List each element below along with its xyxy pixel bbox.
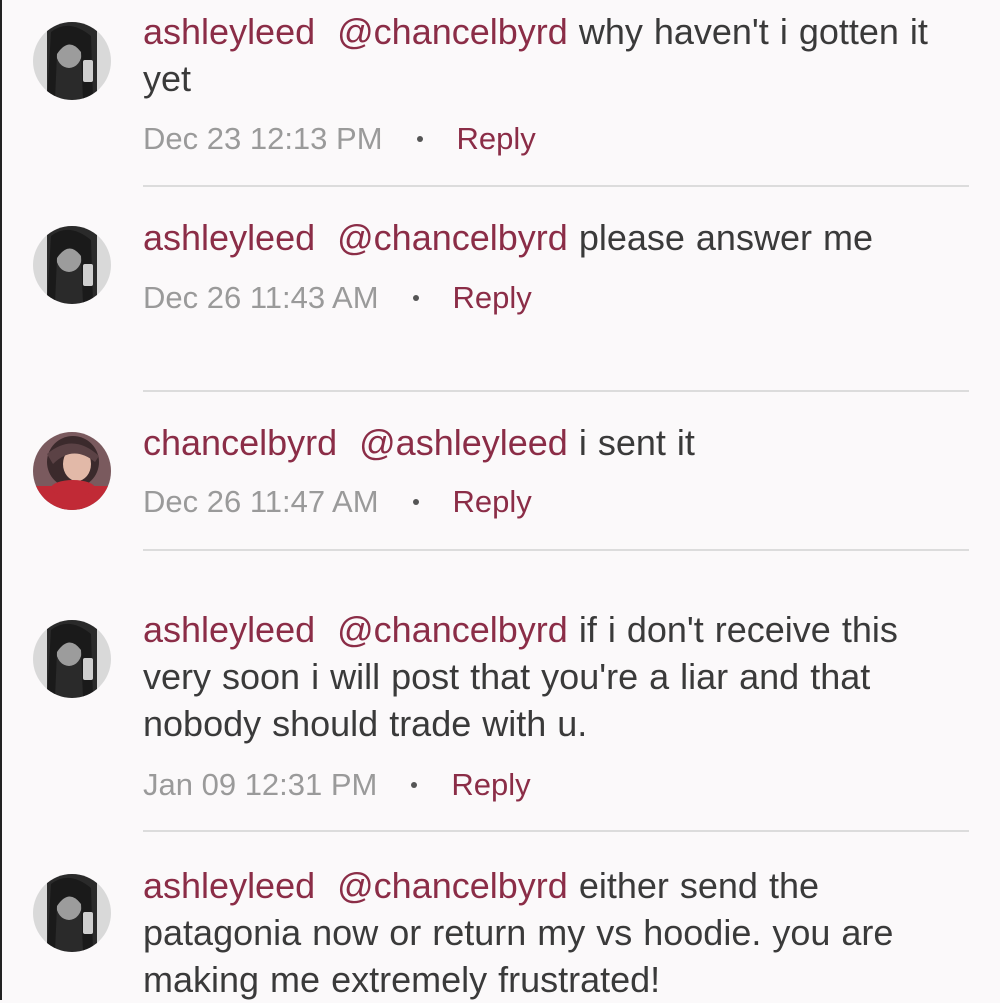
reply-button[interactable]: Reply	[451, 765, 530, 805]
comment-username[interactable]: ashleyleed	[143, 11, 315, 52]
comment-timestamp: Jan 09 12:31 PM	[143, 767, 378, 802]
comment-username[interactable]: ashleyleed	[143, 609, 315, 650]
comment-divider	[143, 830, 969, 832]
comment-mention[interactable]: @chancelbyrd	[337, 217, 568, 258]
comment-timestamp: Dec 26 11:43 AM	[143, 280, 379, 315]
comment-timestamp: Dec 23 12:13 PM	[143, 121, 383, 156]
comment-message: i sent it	[578, 422, 695, 463]
comment-text: chancelbyrd @ashleyleed i sent it	[143, 419, 973, 466]
separator-dot	[416, 136, 423, 142]
comment-text: ashleyleed @chancelbyrd if i don't recei…	[143, 606, 973, 747]
separator-dot	[411, 782, 418, 788]
separator-dot	[412, 295, 419, 301]
reply-button[interactable]: Reply	[457, 119, 536, 159]
comment-message: please answer me	[578, 217, 873, 258]
comment-divider	[143, 185, 969, 187]
comment-mention[interactable]: @chancelbyrd	[337, 609, 568, 650]
separator-dot	[412, 499, 419, 505]
comment-text: ashleyleed @chancelbyrd why haven't i go…	[143, 8, 973, 102]
comment-mention[interactable]: @chancelbyrd	[337, 865, 568, 906]
comment-timestamp: Dec 26 11:47 AM	[143, 484, 379, 519]
avatar-chancelbyrd[interactable]	[33, 432, 111, 510]
comment-divider	[143, 549, 969, 551]
avatar-ashleyleed[interactable]	[33, 226, 111, 304]
comment-username[interactable]: ashleyleed	[143, 865, 315, 906]
comment-divider	[143, 390, 969, 392]
reply-button[interactable]: Reply	[453, 278, 532, 318]
avatar-ashleyleed[interactable]	[33, 22, 111, 100]
reply-button[interactable]: Reply	[453, 482, 532, 522]
avatar-ashleyleed[interactable]	[33, 620, 111, 698]
comment-mention[interactable]: @chancelbyrd	[337, 11, 568, 52]
comment-username[interactable]: ashleyleed	[143, 217, 315, 258]
screen-edge	[0, 0, 2, 1000]
comment-username[interactable]: chancelbyrd	[143, 422, 337, 463]
avatar-ashleyleed[interactable]	[33, 874, 111, 952]
comment-text: ashleyleed @chancelbyrd please answer me	[143, 214, 973, 261]
comment-text: ashleyleed @chancelbyrd either send the …	[143, 862, 973, 1003]
comment-mention[interactable]: @ashleyleed	[359, 422, 568, 463]
